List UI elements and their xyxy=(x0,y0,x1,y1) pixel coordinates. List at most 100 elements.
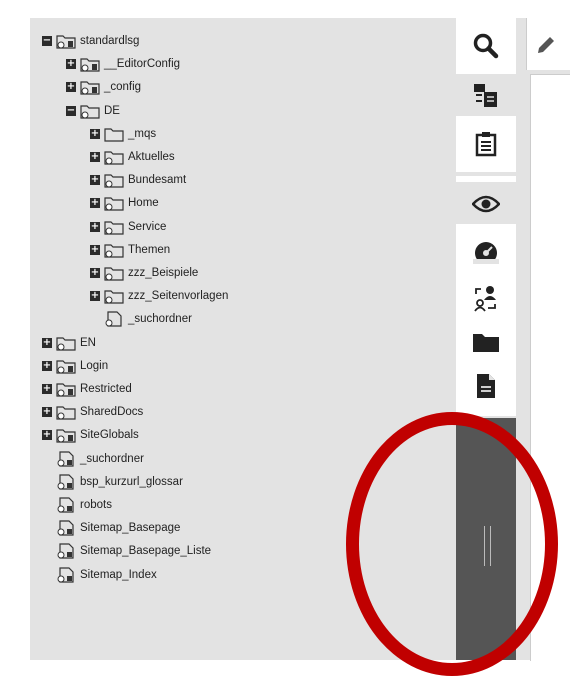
tree-node[interactable]: Sitemap_Basepage xyxy=(42,518,180,538)
tree-node-label: _suchordner xyxy=(128,313,192,326)
tree-node[interactable]: + Aktuelles xyxy=(90,147,175,167)
tree-node-label: Service xyxy=(128,220,167,233)
tree-node[interactable]: − DE xyxy=(66,101,120,121)
toggle-spacer xyxy=(42,570,52,580)
tree-node-label: standardlsg xyxy=(80,35,140,47)
clipboard-button[interactable] xyxy=(456,124,516,164)
folder-plain-icon xyxy=(104,128,124,142)
tree-node-label: __EditorConfig xyxy=(104,58,181,71)
search-button[interactable] xyxy=(456,26,516,66)
folder-outline-icon xyxy=(104,244,124,258)
resize-grip-icon xyxy=(484,526,491,566)
tree-node[interactable]: + Themen xyxy=(90,240,170,260)
tree-node[interactable]: _suchordner xyxy=(42,449,144,469)
tree-node[interactable]: bsp_kurzurl_glossar xyxy=(42,472,183,492)
expand-icon[interactable]: + xyxy=(42,360,52,371)
folder-outline-icon xyxy=(80,104,100,119)
toggle-spacer xyxy=(42,454,52,464)
tree-node-label: zzz_Beispiele xyxy=(128,267,199,279)
tree-node[interactable]: + zzz_Beispiele xyxy=(90,263,198,283)
tree-node[interactable]: + Bundesamt xyxy=(90,170,186,190)
tree-node-label: _config xyxy=(104,81,142,94)
dashboard-icon xyxy=(473,242,499,264)
tree-node[interactable]: + Login xyxy=(42,356,108,376)
document-button[interactable] xyxy=(456,366,516,406)
expand-icon[interactable]: + xyxy=(42,384,52,394)
folder-outline-icon xyxy=(104,220,124,235)
folder-outline-icon xyxy=(104,267,124,281)
content-tree-panel: − standardlsg + __EditorConfig + _config − DE + _… xyxy=(30,18,456,660)
globe-doc-icon xyxy=(57,450,74,467)
tree-node[interactable]: + zzz_Seitenvorlagen xyxy=(90,286,228,306)
tree-node[interactable]: + __EditorConfig xyxy=(66,54,180,74)
tree-node-label: DE xyxy=(104,104,120,117)
tree-node-label: Restricted xyxy=(80,383,132,395)
globe-doc-icon xyxy=(57,497,74,513)
tree-node[interactable]: + Service xyxy=(90,217,166,237)
folder-outline-icon xyxy=(56,336,76,351)
tree-node-label: _suchordner xyxy=(80,452,144,465)
tree-node[interactable]: + SharedDocs xyxy=(42,402,143,422)
tree-node-label: Sitemap_Basepage_Liste xyxy=(80,545,212,558)
eye-icon xyxy=(472,195,500,213)
globe-doc-icon xyxy=(57,520,74,536)
expand-icon[interactable]: + xyxy=(90,175,100,186)
panel-resize-handle[interactable] xyxy=(456,418,516,660)
collapse-icon[interactable]: − xyxy=(66,105,76,116)
globe-folder-icon xyxy=(56,35,76,49)
tree-node[interactable]: + Home xyxy=(90,193,159,213)
toggle-spacer xyxy=(42,523,52,533)
tree-node-label: Aktuelles xyxy=(128,151,175,163)
tree-node[interactable]: Sitemap_Index xyxy=(42,565,157,585)
tree-node-label: robots xyxy=(80,499,112,511)
collapse-icon[interactable]: − xyxy=(42,36,52,46)
tree-node[interactable]: robots xyxy=(42,495,112,515)
document-icon xyxy=(477,374,495,398)
edit-tab[interactable] xyxy=(526,18,570,70)
globe-folder-icon xyxy=(80,81,100,95)
expand-icon[interactable]: + xyxy=(90,198,100,209)
site-tree-icon xyxy=(474,84,497,107)
page-doc-icon xyxy=(105,311,122,327)
tree-node[interactable]: + SiteGlobals xyxy=(42,425,139,445)
toggle-spacer xyxy=(42,477,52,487)
tree-node[interactable]: − standardlsg xyxy=(42,31,139,51)
dashboard-button[interactable] xyxy=(456,232,516,272)
folder-icon xyxy=(473,334,499,352)
expand-icon[interactable]: + xyxy=(90,128,100,139)
expand-icon[interactable]: + xyxy=(90,291,100,302)
tree-node-label: Login xyxy=(80,359,109,372)
preview-button[interactable] xyxy=(456,184,516,224)
folder-button[interactable] xyxy=(456,322,516,362)
globe-doc-icon xyxy=(57,566,74,583)
expand-icon[interactable]: + xyxy=(90,152,100,162)
tree-node-label: SiteGlobals xyxy=(80,429,139,442)
expand-icon[interactable]: + xyxy=(90,268,100,278)
expand-icon[interactable]: + xyxy=(90,244,100,255)
tree-node-label: Sitemap_Basepage xyxy=(80,522,181,535)
tree-node[interactable]: + Restricted xyxy=(42,379,132,399)
expand-icon[interactable]: + xyxy=(90,221,100,232)
folder-outline-icon xyxy=(104,197,124,211)
clipboard-icon xyxy=(475,132,497,157)
folder-outline-icon xyxy=(104,151,124,165)
site-tree-button[interactable] xyxy=(456,76,516,116)
expand-icon[interactable]: + xyxy=(66,82,76,93)
toggle-spacer xyxy=(42,546,52,556)
tree-node[interactable]: + _mqs xyxy=(90,124,156,144)
tree-node-label: Home xyxy=(128,197,159,210)
tree-node[interactable]: Sitemap_Basepage_Liste xyxy=(42,541,211,561)
globe-folder-icon xyxy=(56,360,76,374)
expand-icon[interactable]: + xyxy=(42,430,52,441)
expand-icon[interactable]: + xyxy=(42,337,52,348)
tree-node[interactable]: _suchordner xyxy=(90,309,192,329)
folder-outline-icon xyxy=(56,406,76,420)
tree-node[interactable]: + _config xyxy=(66,77,141,97)
user-assign-button[interactable] xyxy=(456,278,516,318)
expand-icon[interactable]: + xyxy=(66,59,76,70)
editor-content-frame xyxy=(530,74,570,661)
expand-icon[interactable]: + xyxy=(42,407,52,418)
tree-node[interactable]: + EN xyxy=(42,333,96,353)
tree-node-label: bsp_kurzurl_glossar xyxy=(80,475,183,488)
toggle-spacer xyxy=(42,500,52,510)
